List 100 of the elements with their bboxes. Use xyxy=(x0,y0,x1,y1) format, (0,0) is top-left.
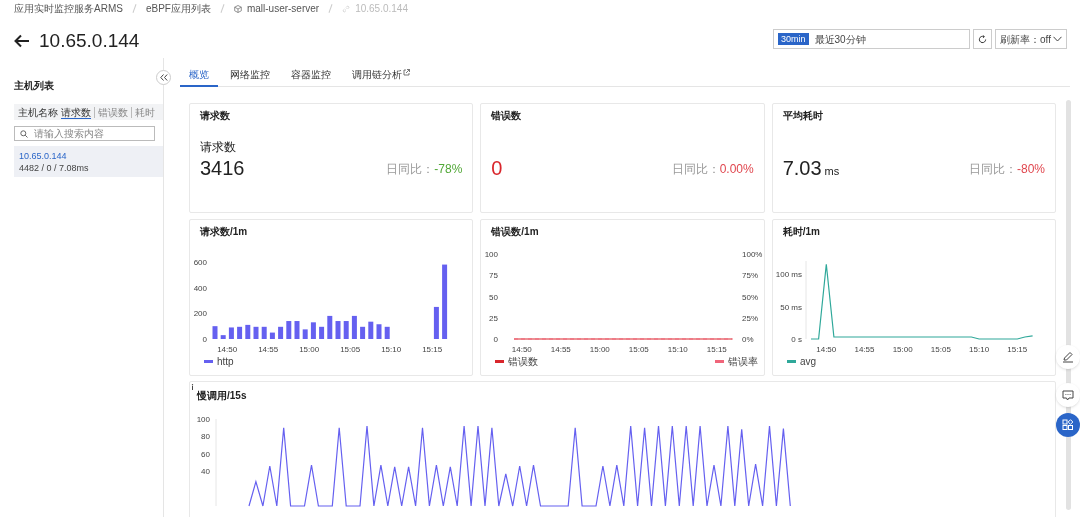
cube-icon xyxy=(233,4,242,13)
host-stats: 4482 / 0 / 7.08ms xyxy=(19,162,90,174)
apps-grid-icon xyxy=(1062,419,1074,431)
tab[interactable]: 概览 xyxy=(180,67,218,87)
back-arrow-icon[interactable] xyxy=(14,34,30,49)
bar xyxy=(237,326,243,339)
search-field[interactable]: 请输入搜索内容 xyxy=(14,126,155,141)
metric-value: 7.03 xyxy=(782,156,822,180)
axis-label: 400 xyxy=(193,283,207,293)
time-range-label: 最近30分钟 xyxy=(814,32,866,47)
axis-label: 100 xyxy=(196,415,210,424)
link-icon xyxy=(342,4,351,13)
bar xyxy=(278,326,284,339)
change-value: -78% xyxy=(434,161,463,178)
bar xyxy=(351,315,357,339)
host-list-item[interactable]: 10.65.0.144 4482 / 0 / 7.08ms xyxy=(14,146,163,177)
axis-label: 75% xyxy=(742,271,759,281)
chart-title: 慢调用/15s xyxy=(197,389,247,403)
axis-label: 60 xyxy=(201,449,210,459)
bar xyxy=(376,324,382,339)
axis-label: 75 xyxy=(489,271,499,281)
legend-item[interactable]: 错误数 xyxy=(495,356,539,367)
bar xyxy=(319,326,325,339)
axis-label: 50 xyxy=(489,292,499,302)
collapse-sidebar-button[interactable] xyxy=(156,70,171,85)
axis-label: 50% xyxy=(742,292,759,302)
legend-item[interactable]: http xyxy=(204,356,234,367)
chart-title: 耗时/1m xyxy=(781,225,821,239)
edit-button[interactable] xyxy=(1056,345,1080,369)
sort-option[interactable]: 请求数 xyxy=(58,106,94,118)
axis-label: 14:50 xyxy=(217,345,238,354)
change-label: 日同比： xyxy=(671,161,720,178)
bar xyxy=(384,326,390,339)
double-chevron-left-icon xyxy=(159,74,168,81)
axis-label: 15:15 xyxy=(707,345,728,354)
axis-label: 15:15 xyxy=(1006,345,1027,354)
axis-label: 40 xyxy=(201,467,210,477)
axis-label: 14:50 xyxy=(815,345,836,354)
legend-label: http xyxy=(217,356,235,367)
axis-label: 600 xyxy=(193,258,207,267)
axis-label: 25 xyxy=(489,313,499,323)
axis-label: 14:50 xyxy=(512,345,533,354)
legend-label: 错误数 xyxy=(507,356,539,367)
info-icon[interactable] xyxy=(191,384,194,390)
bar xyxy=(269,332,275,339)
chat-icon xyxy=(1062,389,1074,401)
axis-label: 15:10 xyxy=(668,345,689,354)
tab[interactable]: 调用链分析 xyxy=(343,67,419,87)
axis-label: 14:55 xyxy=(854,345,875,354)
axis-label: 14:55 xyxy=(551,345,572,354)
legend-item[interactable]: avg xyxy=(786,356,816,367)
card-title: 平均耗时 xyxy=(782,109,824,123)
axis-label: 25% xyxy=(742,313,759,323)
axis-label: 0 xyxy=(202,335,207,344)
metric-label: 请求数 xyxy=(200,139,237,156)
bar xyxy=(220,335,226,339)
refresh-icon xyxy=(978,34,987,44)
axis-label: 200 xyxy=(193,309,207,319)
bar xyxy=(253,326,259,339)
axis-label: 80 xyxy=(201,432,210,442)
bar xyxy=(294,321,300,339)
axis-label: 15:00 xyxy=(892,345,913,354)
tab[interactable]: 容器监控 xyxy=(282,67,340,87)
bar xyxy=(433,306,439,339)
bar xyxy=(245,324,251,339)
breadcrumb-link[interactable]: eBPF应用列表 xyxy=(145,1,211,16)
change-label: 日同比： xyxy=(386,161,435,178)
feedback-button[interactable] xyxy=(1056,383,1080,407)
axis-label: 15:10 xyxy=(381,345,402,354)
breadcrumb-link[interactable]: 应用实时监控服务ARMS xyxy=(14,1,123,16)
change-value: -80% xyxy=(1017,161,1045,178)
bar xyxy=(228,327,234,339)
chart-title: 请求数/1m xyxy=(199,225,249,239)
chevron-down-icon xyxy=(1053,36,1062,43)
card-title: 错误数 xyxy=(491,109,523,123)
axis-label: 100 ms xyxy=(775,270,802,279)
axis-label: 15:00 xyxy=(299,345,320,354)
bar xyxy=(343,321,349,339)
bar xyxy=(368,321,374,339)
card-title: 请求数 xyxy=(200,109,231,123)
axis-label: 100% xyxy=(742,250,763,259)
refresh-button[interactable] xyxy=(973,29,992,50)
apps-button[interactable] xyxy=(1056,413,1080,437)
page-title: 10.65.0.144 xyxy=(39,29,140,53)
tab[interactable]: 网络监控 xyxy=(221,67,279,87)
axis-label: 100 xyxy=(484,250,499,259)
axis-label: 15:15 xyxy=(422,345,443,354)
breadcrumb-link[interactable]: mall-user-server xyxy=(246,1,320,16)
axis-label: 14:55 xyxy=(258,345,279,354)
search-input[interactable]: 请输入搜索内容 xyxy=(34,126,144,141)
metric-value: 3416 xyxy=(200,156,245,180)
axis-label: 50 ms xyxy=(779,302,802,312)
time-range-picker[interactable]: 30min 最近30分钟 xyxy=(773,29,970,50)
legend-item[interactable]: 错误率 xyxy=(715,356,759,367)
host-name: 10.65.0.144 xyxy=(19,151,68,162)
bar xyxy=(261,326,267,339)
axis-label: 15:00 xyxy=(590,345,611,354)
refresh-rate-select[interactable]: 刷新率：off xyxy=(995,29,1067,50)
metric-unit: ms xyxy=(824,164,840,179)
bar xyxy=(286,321,292,339)
